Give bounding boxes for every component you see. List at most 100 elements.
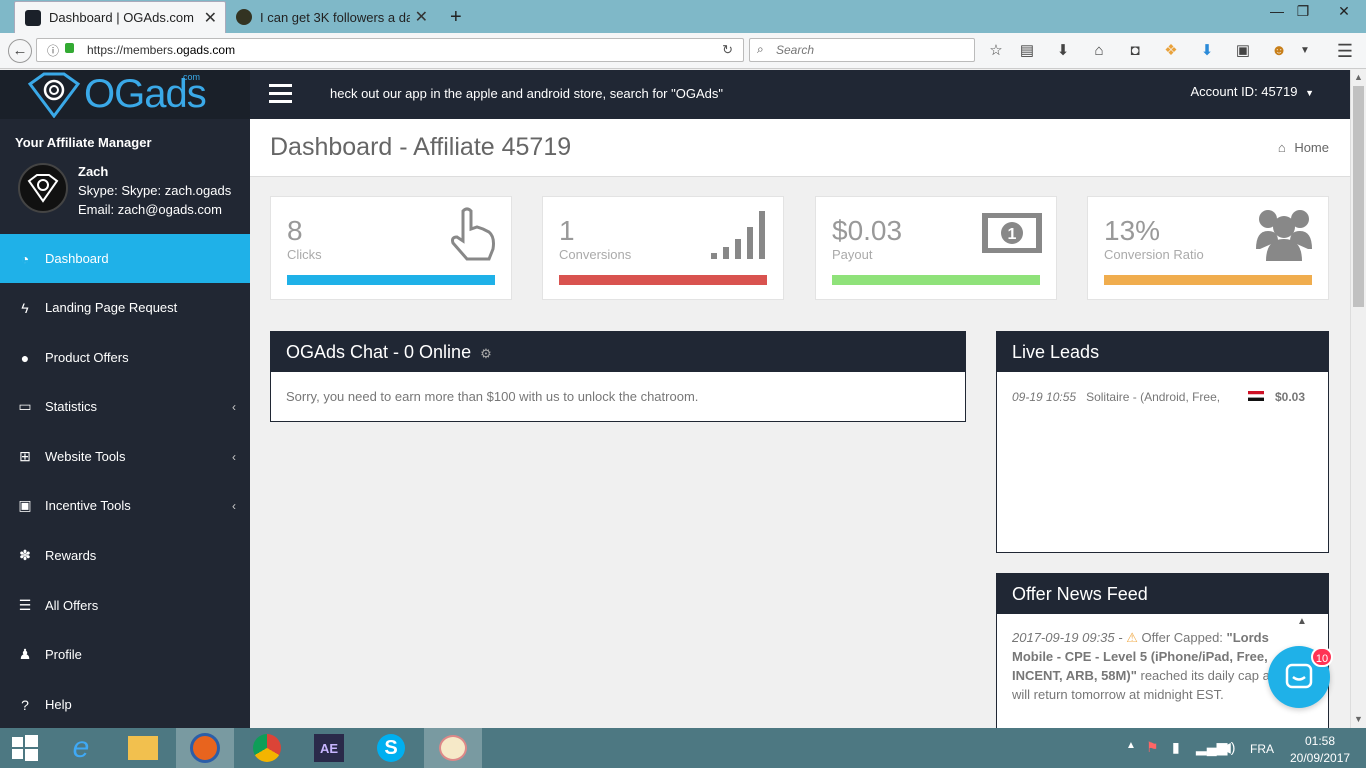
taskbar-ie[interactable]: e bbox=[52, 728, 110, 768]
menu-icon[interactable]: ☰ bbox=[1335, 41, 1355, 61]
search-input[interactable]: ⌕ Search bbox=[749, 38, 975, 62]
chevron-left-icon: ‹ bbox=[232, 399, 236, 414]
close-icon[interactable]: ✕ bbox=[415, 7, 428, 27]
gear-icon[interactable]: ⚙ bbox=[480, 346, 492, 361]
browser-nav-bar: ← ⓘ https://members.ogads.com ↻ ⌕ Search… bbox=[0, 33, 1366, 69]
lock-icon bbox=[65, 43, 74, 53]
sidebar-item-landing-page-request[interactable]: ϟ Landing Page Request bbox=[0, 283, 250, 332]
tab-dashboard[interactable]: Dashboard | OGAds.com ✕ bbox=[14, 1, 226, 33]
start-button[interactable] bbox=[0, 728, 50, 768]
home-icon[interactable]: ⌂ bbox=[1089, 41, 1109, 61]
flag-tray-icon[interactable]: ⚑ bbox=[1146, 739, 1159, 756]
clock-date: 20/09/2017 bbox=[1290, 751, 1351, 765]
site-favicon bbox=[236, 9, 252, 25]
maximize-icon[interactable]: ❐ bbox=[1288, 3, 1318, 20]
scroll-down-icon[interactable]: ▼ bbox=[1354, 714, 1363, 724]
chat-title: OGAds Chat - 0 Online bbox=[286, 342, 472, 362]
battery-icon[interactable]: ▮ bbox=[1172, 739, 1180, 756]
pocket-icon[interactable]: ◘ bbox=[1125, 41, 1145, 61]
bookmark-star-icon[interactable]: ☆ bbox=[986, 41, 1006, 61]
stat-label: Conversions bbox=[559, 247, 632, 262]
signal-bars-icon bbox=[711, 211, 765, 259]
sidebar-item-website-tools[interactable]: ⊞ Website Tools ‹ bbox=[0, 432, 250, 481]
avatar bbox=[18, 163, 68, 213]
reload-icon[interactable]: ↻ bbox=[722, 42, 733, 58]
stat-label: Conversion Ratio bbox=[1104, 247, 1204, 262]
back-icon[interactable]: ← bbox=[8, 39, 32, 63]
affiliate-manager-title: Your Affiliate Manager bbox=[15, 135, 152, 150]
sidebar-item-dashboard[interactable]: ◔ Dashboard bbox=[0, 234, 250, 283]
breadcrumb[interactable]: ⌂ Home bbox=[1278, 140, 1329, 155]
tab-followers[interactable]: I can get 3K followers a day. ✕ bbox=[226, 1, 436, 33]
breadcrumb-home: Home bbox=[1294, 140, 1329, 155]
taskbar-skype[interactable]: S bbox=[362, 728, 420, 768]
taskbar-chrome[interactable] bbox=[238, 728, 296, 768]
taskbar-firefox[interactable] bbox=[176, 728, 234, 768]
stat-card-payout: $0.03 Payout 1 bbox=[815, 196, 1057, 300]
window-close-icon[interactable]: ✕ bbox=[1322, 3, 1366, 20]
diamond-logo-icon bbox=[27, 72, 81, 118]
close-icon[interactable]: ✕ bbox=[204, 8, 217, 28]
screenshot-icon[interactable]: ▣ bbox=[1233, 41, 1253, 61]
sidebar-item-all-offers[interactable]: ☰ All Offers bbox=[0, 581, 250, 630]
news-text: 2017-09-19 09:35 - ⚠ Offer Capped: "Lord… bbox=[1012, 628, 1292, 704]
sidebar-item-product-offers[interactable]: ● Product Offers bbox=[0, 333, 250, 382]
news-prefix: Offer Capped: bbox=[1141, 630, 1223, 645]
scrollbar-thumb[interactable] bbox=[1353, 86, 1364, 307]
sidebar-item-statistics[interactable]: ▭ Statistics ‹ bbox=[0, 382, 250, 431]
logo-suffix: com bbox=[183, 72, 201, 82]
money-bill-icon: 1 bbox=[982, 213, 1042, 253]
logo[interactable]: OGads com bbox=[0, 70, 250, 119]
scroll-up-icon[interactable]: ▲ bbox=[1354, 72, 1363, 82]
stat-label: Payout bbox=[832, 247, 873, 262]
page-title: Dashboard - Affiliate 45719 bbox=[270, 133, 572, 161]
addon-icon[interactable]: ☻ bbox=[1269, 41, 1289, 61]
sidebar-item-label: Profile bbox=[45, 647, 82, 662]
url-bar[interactable]: ⓘ https://members.ogads.com ↻ bbox=[36, 38, 744, 62]
new-tab-button[interactable]: + bbox=[440, 1, 470, 33]
reading-list-icon[interactable]: ▤ bbox=[1017, 41, 1037, 61]
volume-icon[interactable]: ◀) bbox=[1220, 739, 1235, 756]
taskbar-after-effects[interactable]: AE bbox=[300, 728, 358, 768]
sidebar-item-label: Rewards bbox=[45, 548, 97, 563]
ogads-favicon bbox=[25, 9, 41, 26]
scroll-up-icon[interactable]: ▲ bbox=[1297, 616, 1311, 627]
sidebar-item-incentive-tools[interactable]: ▣ Incentive Tools ‹ bbox=[0, 481, 250, 530]
stat-card-conversion-ratio: 13% Conversion Ratio bbox=[1087, 196, 1329, 300]
hamburger-icon[interactable] bbox=[269, 84, 292, 108]
news-date: 2017-09-19 09:35 - bbox=[1012, 630, 1123, 645]
account-id: Account ID: 45719 bbox=[1190, 84, 1298, 99]
taskbar-paint[interactable] bbox=[424, 728, 482, 768]
sidebar-item-help[interactable]: ? Help bbox=[0, 680, 250, 729]
language-indicator[interactable]: FRA bbox=[1250, 742, 1274, 756]
group-users-icon bbox=[1256, 210, 1312, 261]
after-effects-icon: AE bbox=[314, 734, 344, 762]
sitemap-icon: ⊞ bbox=[19, 448, 31, 464]
bolt-icon: ϟ bbox=[21, 299, 29, 316]
download-arrow-icon[interactable]: ⬇ bbox=[1053, 41, 1073, 61]
sidebar-item-rewards[interactable]: ✽ Rewards bbox=[0, 531, 250, 580]
windows-logo-icon bbox=[12, 735, 38, 761]
svg-text:1: 1 bbox=[1008, 226, 1017, 243]
main-content: Dashboard - Affiliate 45719 ⌂ Home 8 Cli… bbox=[250, 119, 1350, 733]
extension-icon[interactable]: ❖ bbox=[1161, 41, 1181, 61]
sidebar: Your Affiliate Manager Zach Skype: Skype… bbox=[0, 119, 250, 728]
downloads-icon[interactable]: ⬇ bbox=[1197, 41, 1217, 61]
sidebar-item-profile[interactable]: ♟ Profile bbox=[0, 630, 250, 679]
chevron-left-icon: ‹ bbox=[232, 498, 236, 513]
clock[interactable]: 01:58 20/09/2017 bbox=[1290, 734, 1350, 765]
lead-offer: Solitaire - (Android, Free, bbox=[1086, 390, 1221, 404]
user-icon: ♟ bbox=[18, 646, 32, 662]
tray-chevron-icon[interactable]: ▲ bbox=[1126, 740, 1136, 751]
chat-locked-message: Sorry, you need to earn more than $100 w… bbox=[286, 389, 699, 404]
announcement-marquee: heck out our app in the apple and androi… bbox=[330, 86, 723, 101]
page-scrollbar[interactable]: ▲ ▼ bbox=[1350, 70, 1366, 728]
dropdown-icon[interactable]: ▼ bbox=[1295, 41, 1315, 61]
manager-skype: Skype: Skype: zach.ogads bbox=[78, 183, 232, 198]
taskbar-explorer[interactable] bbox=[114, 728, 172, 768]
live-leads-panel: Live Leads 09-19 10:55 Solitaire - (Andr… bbox=[996, 331, 1329, 553]
account-dropdown[interactable]: Account ID: 45719 ▼ bbox=[1190, 84, 1314, 99]
lead-time: 09-19 10:55 bbox=[1012, 390, 1077, 404]
internet-explorer-icon: e bbox=[72, 731, 90, 764]
info-icon[interactable]: ⓘ bbox=[47, 42, 59, 59]
